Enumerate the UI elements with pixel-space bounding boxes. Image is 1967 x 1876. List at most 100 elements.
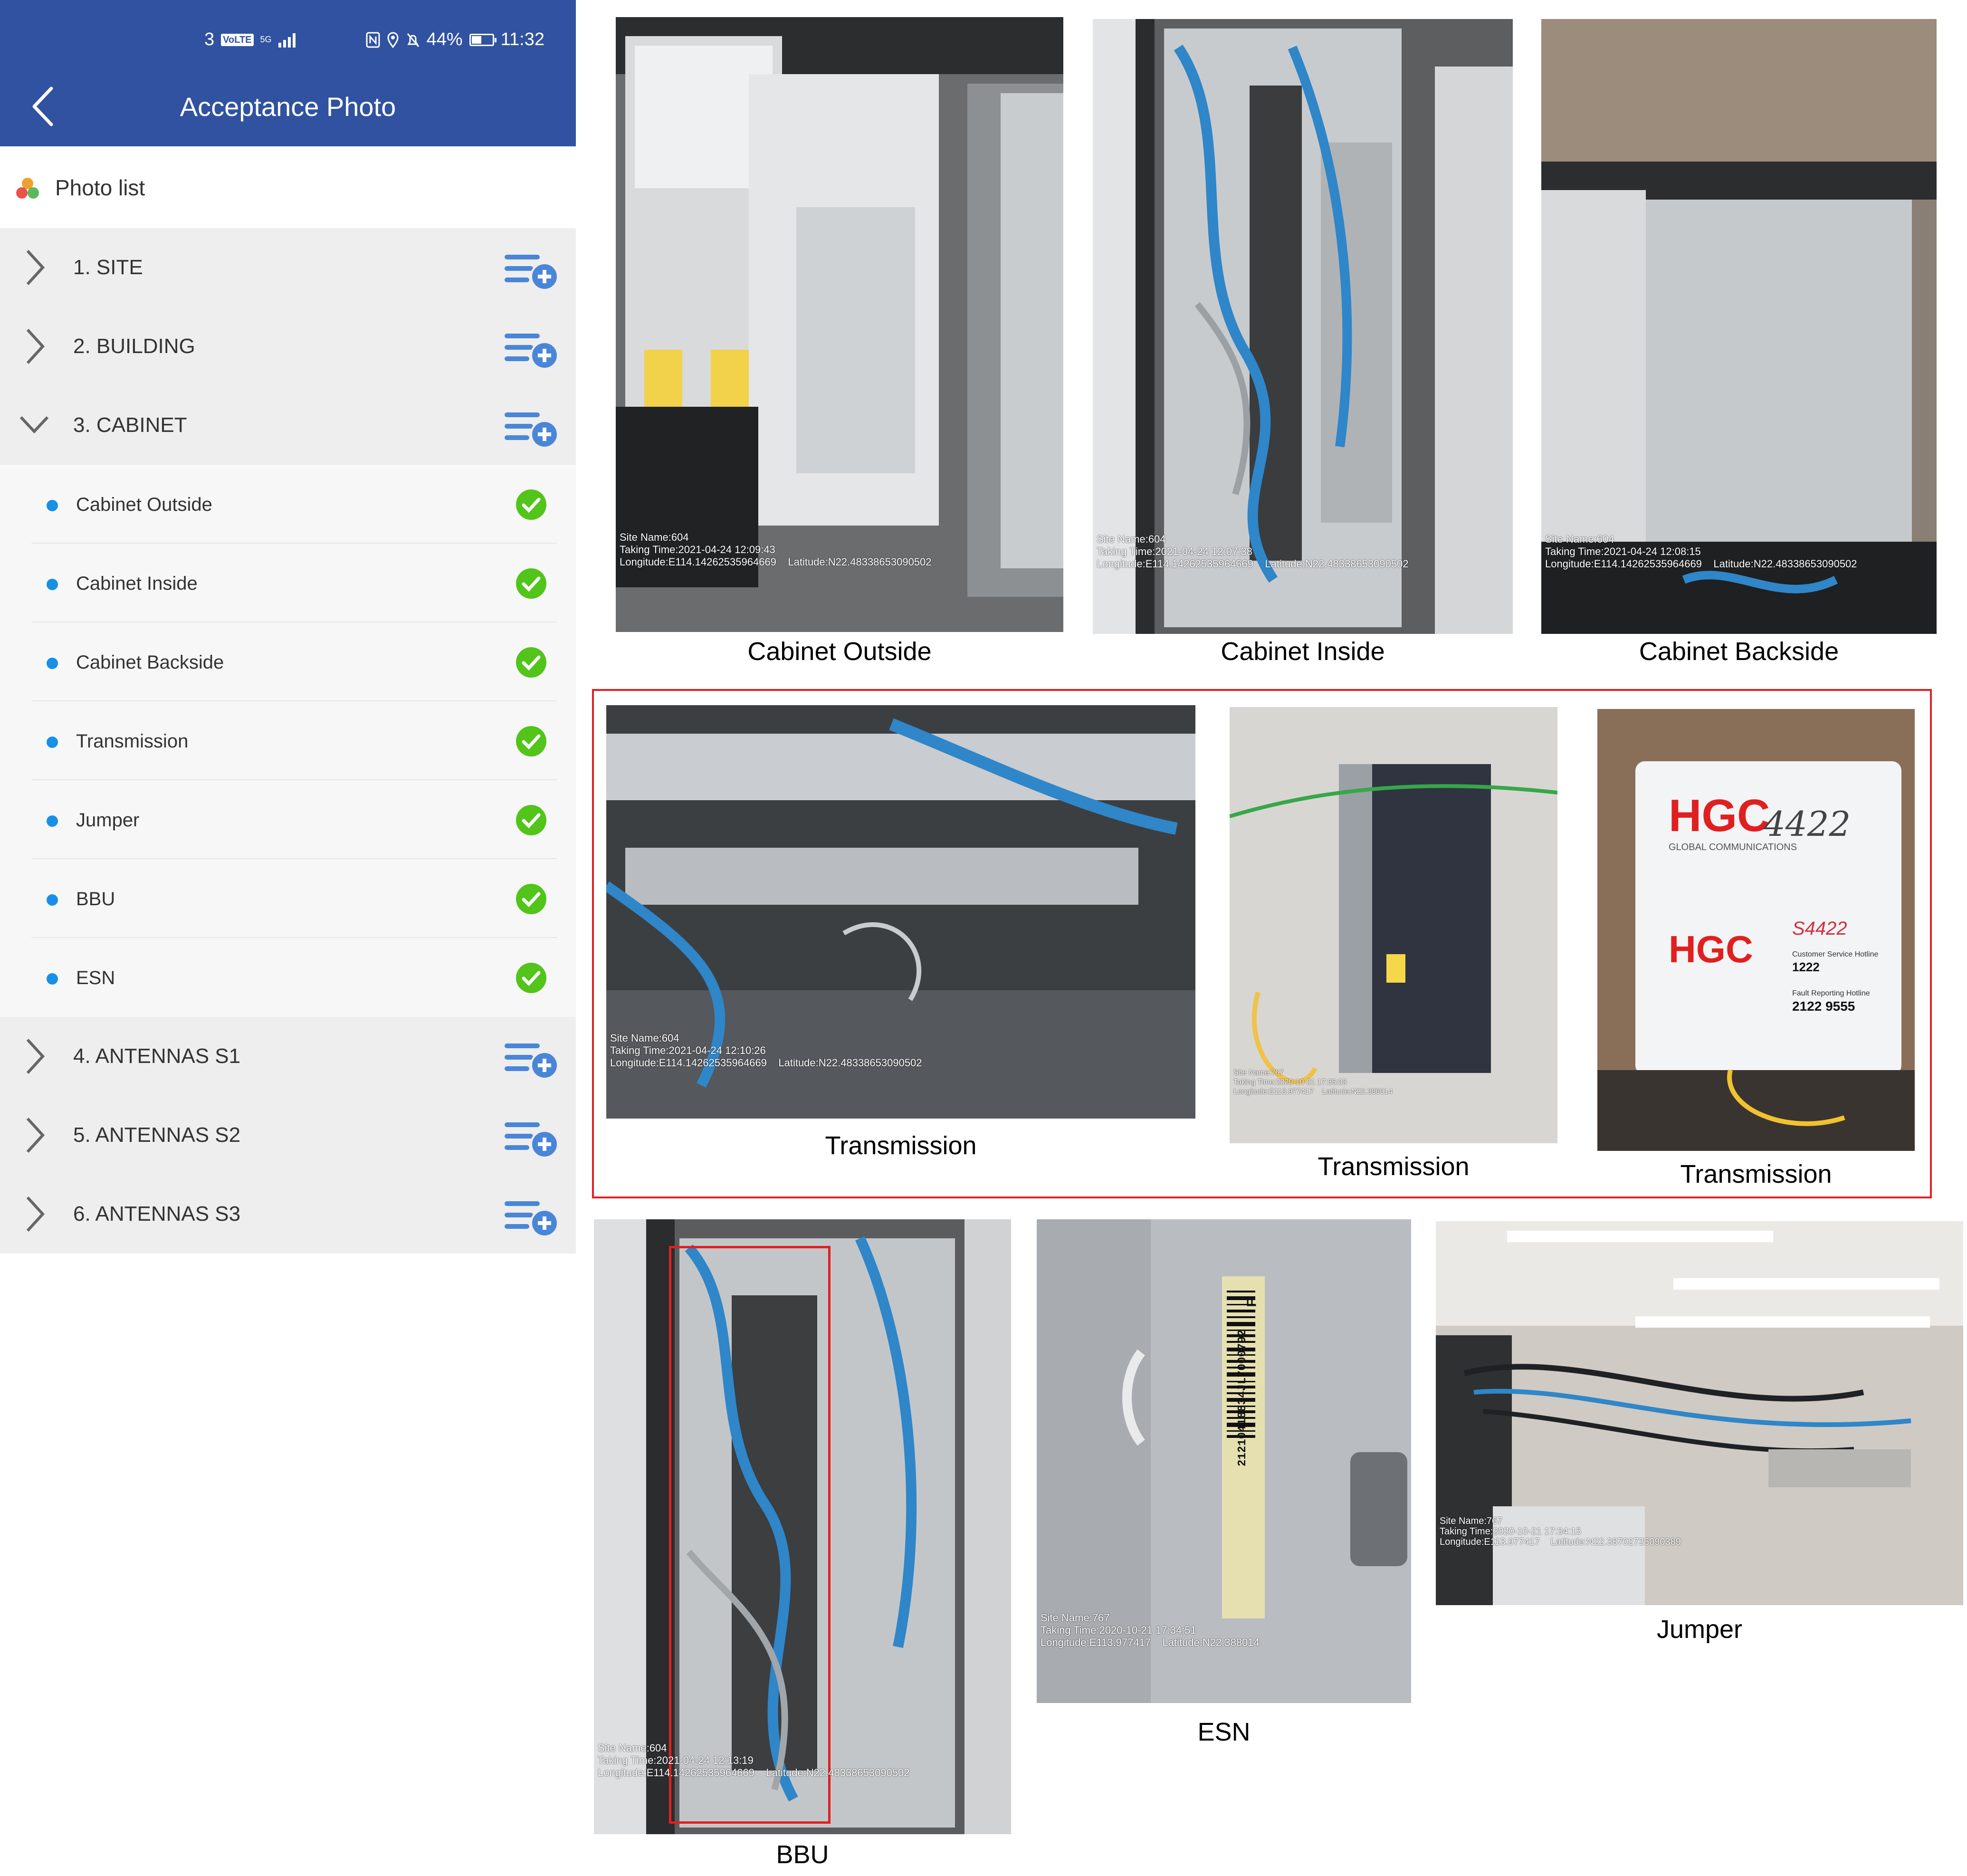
battery-percent: 44% <box>426 29 463 49</box>
check-circle-icon <box>516 568 546 599</box>
photo-list-icon <box>16 178 39 199</box>
check-circle-icon <box>516 963 546 993</box>
photo-metadata: Site Name:767 Taking Time:2020-10-21 17:… <box>1440 1516 1681 1547</box>
status-bar-left: 3 VoLTE 5G <box>204 29 296 50</box>
photo-cabinet-backside[interactable]: Site Name:604 Taking Time:2021-04-24 12:… <box>1541 19 1937 634</box>
photo-transmission-3[interactable]: HGC 4422 GLOBAL COMMUNICATIONS HGC S4422… <box>1597 709 1915 1151</box>
list-item-jumper[interactable]: Jumper <box>0 780 576 859</box>
esn-barcode-text: 21210418834JL7000792 <box>1236 1329 1249 1466</box>
handwritten-code: 4422 <box>1764 804 1851 844</box>
photo-bbu[interactable]: Site Name:604 Taking Time:2021-04-24 12:… <box>594 1219 1011 1834</box>
network-type: 5G <box>260 35 272 44</box>
item-label: Cabinet Inside <box>76 573 198 594</box>
group-antennas-s1[interactable]: 4. ANTENNAS S1 <box>0 1017 576 1096</box>
bullet-icon <box>47 500 58 511</box>
list-item-cabinet-backside[interactable]: Cabinet Backside <box>0 622 576 701</box>
photo-caption: Cabinet Inside <box>1221 637 1385 666</box>
battery-icon <box>469 33 497 46</box>
jumper-image <box>1436 1221 1963 1605</box>
volte-badge: VoLTE <box>221 33 254 46</box>
photo-transmission-2[interactable]: Site Name:767 Taking Time:2020-10-21 17:… <box>1230 707 1557 1143</box>
item-label: ESN <box>76 967 115 988</box>
nfc-icon <box>366 32 380 48</box>
photo-caption: BBU <box>776 1840 829 1869</box>
bullet-icon <box>47 579 58 590</box>
group-site[interactable]: 1. SITE <box>0 228 576 307</box>
add-photo-list-icon[interactable] <box>504 1120 560 1158</box>
bullet-icon <box>47 973 58 985</box>
check-circle-icon <box>516 647 546 678</box>
photo-caption: ESN <box>1197 1718 1251 1746</box>
group-label: 1. SITE <box>73 256 143 279</box>
chevron-right-icon <box>26 249 45 286</box>
chevron-right-icon <box>26 1196 45 1232</box>
photo-caption: Transmission <box>1680 1160 1832 1188</box>
add-photo-list-icon[interactable] <box>504 410 560 449</box>
group-antennas-s2[interactable]: 5. ANTENNAS S2 <box>0 1096 576 1175</box>
bbu-highlight-box <box>669 1246 831 1824</box>
photo-caption: Jumper <box>1656 1615 1743 1644</box>
photo-metadata: Site Name:767 Taking Time:2020-10-21 17:… <box>1041 1612 1260 1648</box>
list-item-esn[interactable]: ESN <box>0 938 576 1017</box>
add-photo-list-icon[interactable] <box>504 252 560 291</box>
chevron-right-icon <box>26 328 45 364</box>
photo-caption: Cabinet Outside <box>747 637 932 666</box>
hgc-logo-small: HGC <box>1669 928 1753 970</box>
hgc-label-image <box>1597 709 1915 1151</box>
photo-metadata: Site Name:604 Taking Time:2021-04-24 12:… <box>598 1742 910 1779</box>
add-photo-list-icon[interactable] <box>504 1198 560 1237</box>
fault-number: 2122 9555 <box>1792 999 1855 1014</box>
list-item-bbu[interactable]: BBU <box>0 859 576 938</box>
check-circle-icon <box>516 805 546 835</box>
chevron-right-icon <box>26 1038 45 1074</box>
fault-label: Fault Reporting Hotline <box>1792 989 1870 997</box>
list-item-cabinet-outside[interactable]: Cabinet Outside <box>0 465 576 544</box>
add-photo-list-icon[interactable] <box>504 331 560 370</box>
item-label: Cabinet Backside <box>76 652 224 673</box>
photo-caption: Cabinet Backside <box>1639 637 1839 666</box>
add-photo-list-icon[interactable] <box>504 1041 560 1080</box>
photo-list-label: Photo list <box>55 175 145 200</box>
group-label: 2. BUILDING <box>73 335 195 358</box>
photo-esn[interactable]: 21210418834JL7000792 F Site Name:767 Tak… <box>1037 1219 1411 1703</box>
group-label: 4. ANTENNAS S1 <box>73 1044 241 1068</box>
photo-transmission-1[interactable]: Site Name:604 Taking Time:2021-04-24 12:… <box>606 705 1195 1119</box>
esn-suffix: F <box>1244 1299 1259 1307</box>
photo-metadata: Site Name:604 Taking Time:2021-04-24 12:… <box>1097 533 1409 570</box>
list-item-cabinet-inside[interactable]: Cabinet Inside <box>0 544 576 622</box>
check-circle-icon <box>516 489 546 520</box>
signal-icon <box>278 32 296 48</box>
item-label: Jumper <box>76 810 140 831</box>
hotline-number: 1222 <box>1792 960 1820 974</box>
chevron-right-icon <box>26 1117 45 1153</box>
status-bar-right: 44% 11:32 <box>366 29 544 50</box>
photo-metadata: Site Name:767 Taking Time:2020-10-21 17:… <box>1233 1069 1393 1096</box>
bullet-icon <box>47 815 58 827</box>
hgc-logo: HGC <box>1669 790 1770 841</box>
group-label: 3. CABINET <box>73 413 187 437</box>
check-circle-icon <box>516 726 546 756</box>
group-antennas-s3[interactable]: 6. ANTENNAS S3 <box>0 1175 576 1254</box>
clock: 11:32 <box>500 29 544 49</box>
item-label: Transmission <box>76 731 189 752</box>
photo-caption: Transmission <box>825 1131 977 1160</box>
app-header: 3 VoLTE 5G 44% 11:32 Acceptance Photo <box>0 0 576 146</box>
bullet-icon <box>47 658 58 669</box>
location-icon <box>387 32 399 48</box>
photo-cabinet-inside[interactable]: Site Name:604 Taking Time:2021-04-24 12:… <box>1093 19 1513 634</box>
list-item-transmission[interactable]: Transmission <box>0 701 576 780</box>
handwritten-ref: S4422 <box>1792 918 1847 939</box>
photo-list-header: Photo list <box>0 146 576 228</box>
group-cabinet[interactable]: 3. CABINET <box>0 386 576 465</box>
hotline-label: Customer Service Hotline <box>1792 950 1879 958</box>
photo-cabinet-outside[interactable]: Site Name:604 Taking Time:2021-04-24 12:… <box>616 17 1063 632</box>
item-label: BBU <box>76 889 115 909</box>
group-label: 5. ANTENNAS S2 <box>73 1123 241 1147</box>
chevron-down-icon <box>20 416 48 434</box>
photo-jumper[interactable]: Site Name:767 Taking Time:2020-10-21 17:… <box>1436 1221 1963 1605</box>
group-building[interactable]: 2. BUILDING <box>0 307 576 386</box>
photo-metadata: Site Name:604 Taking Time:2021-04-24 12:… <box>610 1032 922 1069</box>
bullet-icon <box>47 894 58 906</box>
check-circle-icon <box>516 884 546 914</box>
hgc-company: GLOBAL COMMUNICATIONS <box>1669 842 1797 852</box>
